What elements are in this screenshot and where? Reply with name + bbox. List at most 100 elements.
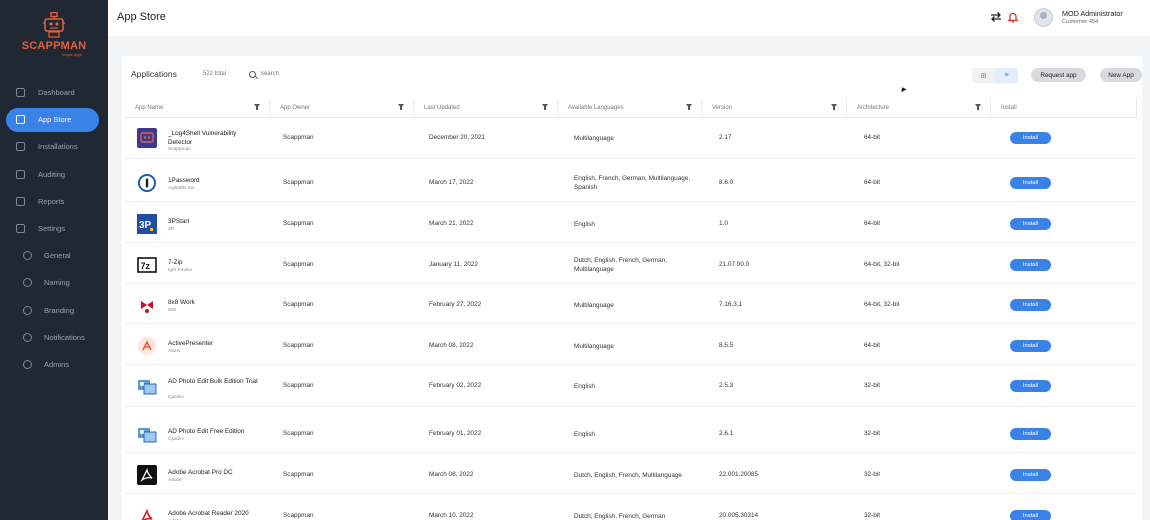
install-button[interactable]: Install bbox=[1010, 510, 1051, 520]
search-box[interactable] bbox=[246, 67, 362, 81]
available-languages: English bbox=[574, 431, 595, 438]
1password-icon bbox=[137, 173, 157, 193]
column-header-app-owner[interactable]: App Owner bbox=[270, 98, 414, 118]
sidebar-item-label: General bbox=[44, 251, 71, 261]
general-icon bbox=[23, 251, 32, 261]
sidebar-item-installations[interactable]: Installations bbox=[0, 133, 108, 160]
install-button[interactable]: Install bbox=[1010, 428, 1051, 440]
app-vendor: 3P bbox=[168, 227, 174, 232]
table-row[interactable]: ActivePresenter Atomi Scappman March 08, 20… bbox=[125, 324, 1137, 365]
grid-view-icon[interactable]: ⊞ bbox=[972, 68, 995, 83]
app-owner: Scappman bbox=[283, 220, 314, 227]
sidebar-item-settings[interactable]: Settings bbox=[0, 215, 108, 242]
sidebar-item-label: Installations bbox=[38, 142, 78, 152]
sidebar-item-reports[interactable]: Reports bbox=[0, 188, 108, 215]
table-row[interactable]: Adobe Acrobat Reader 2020AdobeScappmanMa… bbox=[125, 494, 1137, 520]
sidebar-item-label: Notifications bbox=[44, 332, 85, 342]
app-name[interactable]: AD Photo Edit Free Edition bbox=[168, 427, 258, 436]
column-header-label: App Owner bbox=[280, 105, 311, 111]
table-row[interactable]: 7z 7-Zip Igor Pavlov Scappman January 11, 20… bbox=[125, 243, 1137, 284]
app-owner: Scappman bbox=[283, 261, 314, 268]
sidebar-item-auditing[interactable]: Auditing bbox=[0, 161, 108, 188]
app-name[interactable]: 7-Zip bbox=[168, 258, 258, 267]
available-languages: Multilanguage bbox=[574, 343, 614, 350]
app-name[interactable]: ActivePresenter bbox=[168, 339, 258, 348]
sidebar-item-general[interactable]: General bbox=[0, 242, 108, 269]
column-header-architecture[interactable]: Architecture bbox=[847, 98, 991, 118]
table-row[interactable]: Adobe Acrobat Pro DC Adobe Scappman March 0… bbox=[125, 453, 1137, 494]
install-button[interactable]: Install bbox=[1010, 218, 1051, 230]
last-updated: February 02, 2022 bbox=[429, 382, 482, 389]
app-store-icon bbox=[16, 115, 25, 125]
architecture: 32-bit bbox=[864, 382, 880, 389]
sidebar-item-branding[interactable]: Branding bbox=[0, 297, 108, 324]
request-app-button[interactable]: Request app bbox=[1031, 68, 1086, 82]
sidebar-item-admins[interactable]: Admins bbox=[0, 351, 108, 378]
column-header-label: Last Updated bbox=[424, 105, 460, 111]
app-name[interactable]: Adobe Acrobat Pro DC bbox=[168, 468, 258, 477]
sidebar-item-label: Dashboard bbox=[38, 88, 75, 98]
column-header-install[interactable]: Install bbox=[991, 98, 1137, 118]
available-languages: English bbox=[574, 383, 595, 390]
sidebar-item-naming[interactable]: Naming bbox=[0, 269, 108, 296]
app-name[interactable]: _Log4Shell Vulnerability Detector bbox=[168, 129, 258, 147]
sidebar-item-dashboard[interactable]: Dashboard bbox=[0, 79, 108, 106]
install-button[interactable]: Install bbox=[1010, 380, 1051, 392]
applications-title: Applications bbox=[131, 69, 177, 79]
sidebar-item-app-store[interactable]: App Store bbox=[0, 106, 108, 133]
install-button[interactable]: Install bbox=[1010, 299, 1051, 311]
table-row[interactable]: 3P 3PStart 3P Scappman March 21, 2022 English… bbox=[125, 202, 1137, 243]
table-row[interactable]: _Log4Shell Vulnerability Detector Scappma… bbox=[125, 118, 1137, 159]
sidebar-item-notifications[interactable]: Notifications bbox=[0, 324, 108, 351]
sidebar-item-label: Branding bbox=[44, 305, 75, 315]
7zip-icon: 7z bbox=[137, 255, 157, 275]
robot-logo-icon bbox=[43, 12, 65, 38]
logo[interactable]: SCAPPMAN simple apps bbox=[0, 12, 108, 57]
table-row[interactable]: 1Password AgileBits Inc. Scappman March 17,… bbox=[125, 161, 1137, 202]
list-view-icon[interactable]: ≡ bbox=[995, 68, 1018, 83]
filter-icon[interactable] bbox=[831, 104, 837, 110]
last-updated: March 21, 2022 bbox=[429, 220, 474, 227]
sidebar: SCAPPMAN simple apps Dashboard App Store I… bbox=[0, 0, 108, 520]
3pstart-icon: 3P bbox=[137, 214, 157, 234]
last-updated: March 10, 2022 bbox=[429, 512, 474, 519]
table-row[interactable]: AD Photo Edit Bulk Edition Trial Cjwdev Sc… bbox=[125, 366, 1137, 407]
app-name[interactable]: 3PStart bbox=[168, 217, 258, 226]
column-header-last-updated[interactable]: Last Updated bbox=[414, 98, 558, 118]
app-owner: Scappman bbox=[283, 512, 314, 519]
brand-tagline: simple apps bbox=[62, 53, 82, 57]
svg-text:3P: 3P bbox=[139, 220, 152, 231]
version: 8.5.5 bbox=[719, 342, 734, 349]
swap-arrows-icon[interactable] bbox=[990, 11, 1002, 23]
install-button[interactable]: Install bbox=[1010, 469, 1051, 481]
install-button[interactable]: Install bbox=[1010, 340, 1051, 352]
applications-card: Applications 522 total ⊞ ≡ Request app N… bbox=[122, 56, 1142, 520]
version: 2.6.1 bbox=[719, 430, 734, 437]
column-header-version[interactable]: Version bbox=[702, 98, 847, 118]
avatar[interactable] bbox=[1034, 8, 1053, 27]
last-updated: February 01, 2022 bbox=[429, 430, 482, 437]
app-name[interactable]: 1Password bbox=[168, 176, 258, 185]
last-updated: February 27, 2022 bbox=[429, 301, 482, 308]
table-row[interactable]: 8x8 Work 8x8 Scappman February 27, 2022 Mult… bbox=[125, 283, 1137, 324]
user-name[interactable]: MOD Administrator bbox=[1062, 9, 1123, 18]
filter-icon[interactable] bbox=[542, 104, 548, 110]
filter-icon[interactable] bbox=[398, 104, 404, 110]
new-app-button[interactable]: New App bbox=[1100, 68, 1142, 82]
install-button[interactable]: Install bbox=[1010, 177, 1051, 189]
search-input[interactable] bbox=[260, 71, 360, 77]
app-name[interactable]: 8x8 Work bbox=[168, 298, 258, 307]
app-name[interactable]: Adobe Acrobat Reader 2020 bbox=[168, 509, 258, 518]
app-name[interactable]: AD Photo Edit Bulk Edition Trial bbox=[168, 377, 258, 386]
install-button[interactable]: Install bbox=[1010, 132, 1051, 144]
column-header-app-name[interactable]: App Name bbox=[125, 98, 270, 118]
install-button[interactable]: Install bbox=[1010, 259, 1051, 271]
filter-icon[interactable] bbox=[686, 104, 692, 110]
table-row[interactable]: AD Photo Edit Free Edition Cjwdev Scappman… bbox=[125, 412, 1137, 453]
column-header-available-languages[interactable]: Available Languages bbox=[558, 98, 702, 118]
filter-icon[interactable] bbox=[254, 104, 260, 110]
filter-icon[interactable] bbox=[975, 104, 981, 110]
app-vendor: Cjwdev bbox=[168, 395, 184, 400]
main-content: Applications 522 total ⊞ ≡ Request app N… bbox=[108, 36, 1150, 520]
bell-icon[interactable] bbox=[1007, 11, 1019, 23]
